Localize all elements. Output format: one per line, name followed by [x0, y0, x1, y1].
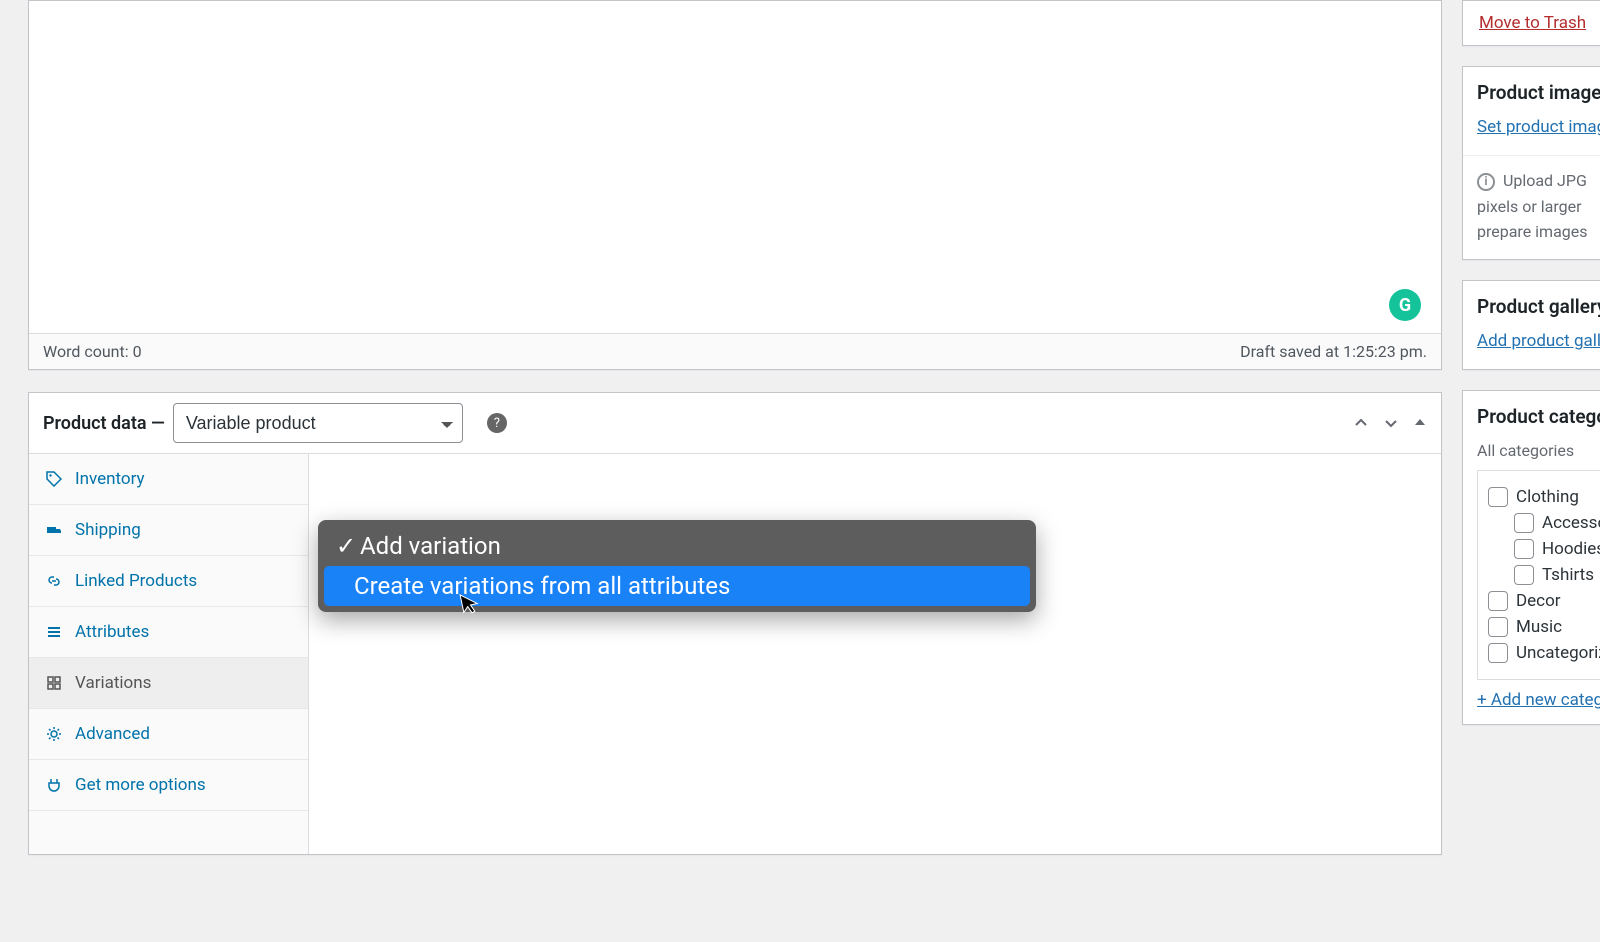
box-title: Product categories — [1463, 391, 1600, 438]
panel-down-icon[interactable] — [1383, 415, 1399, 431]
link-icon — [45, 572, 63, 590]
grid-icon — [45, 674, 63, 692]
panel-toggle-icon[interactable] — [1413, 415, 1427, 431]
category-item-music[interactable]: Music — [1488, 617, 1600, 637]
category-item-accessories[interactable]: Accessories — [1514, 513, 1600, 533]
variations-panel — [309, 454, 1441, 854]
gear-icon — [45, 725, 63, 743]
panel-up-icon[interactable] — [1353, 415, 1369, 431]
hint-text: prepare images — [1477, 222, 1588, 241]
category-item-hoodies[interactable]: Hoodies — [1514, 539, 1600, 559]
move-to-trash-link[interactable]: Move to Trash — [1479, 13, 1586, 33]
add-gallery-link[interactable]: Add product gallery — [1477, 331, 1600, 351]
product-gallery-box: Product gallery Add product gallery — [1462, 280, 1600, 370]
content-editor[interactable]: G Word count: 0 Draft saved at 1:25:23 p… — [28, 0, 1442, 370]
tab-get-more-options[interactable]: Get more options — [29, 760, 308, 811]
dropdown-option-create-from-attributes[interactable]: Create variations from all attributes — [324, 566, 1030, 606]
dropdown-option-add-variation[interactable]: ✓ Add variation — [324, 526, 1030, 566]
box-title: Product gallery — [1463, 281, 1600, 328]
publish-box: Move to Trash — [1462, 0, 1600, 46]
tab-advanced[interactable]: Advanced — [29, 709, 308, 760]
category-checkbox[interactable] — [1488, 617, 1508, 637]
product-data-header: Product data — Variable product ? — [29, 393, 1441, 454]
truck-icon — [45, 521, 63, 539]
check-icon: ✓ — [336, 532, 354, 560]
editor-footer: Word count: 0 Draft saved at 1:25:23 pm. — [29, 333, 1441, 369]
category-item-decor[interactable]: Decor — [1488, 591, 1600, 611]
tab-label: Linked Products — [75, 571, 197, 591]
set-product-image-link[interactable]: Set product image — [1477, 117, 1600, 137]
help-icon[interactable]: ? — [487, 413, 507, 433]
product-image-box: Product image Set product image i Upload… — [1462, 66, 1600, 260]
plug-icon — [45, 776, 63, 794]
add-new-category-link[interactable]: + Add new category — [1463, 690, 1600, 724]
category-checklist: Clothing Accessories Hoodies Tshirts Dec… — [1477, 470, 1600, 680]
tab-inventory[interactable]: Inventory — [29, 454, 308, 505]
draft-saved-status: Draft saved at 1:25:23 pm. — [1240, 342, 1427, 361]
list-icon — [45, 623, 63, 641]
tab-label: Shipping — [75, 520, 141, 540]
tab-shipping[interactable]: Shipping — [29, 505, 308, 556]
hint-text: Upload JPG — [1503, 171, 1587, 190]
option-label: Create variations from all attributes — [354, 572, 730, 600]
info-icon: i — [1477, 173, 1495, 191]
category-checkbox[interactable] — [1514, 513, 1534, 533]
word-count: Word count: 0 — [43, 342, 142, 361]
tag-icon — [45, 470, 63, 488]
category-item-tshirts[interactable]: Tshirts — [1514, 565, 1600, 585]
option-label: Add variation — [360, 532, 501, 560]
product-data-tabs: Inventory Shipping Linked Products — [29, 454, 309, 854]
tab-label: Advanced — [75, 724, 150, 744]
tab-label: Inventory — [75, 469, 145, 489]
product-categories-box: Product categories All categories Clothi… — [1462, 390, 1600, 725]
tab-label: Get more options — [75, 775, 206, 795]
variations-action-dropdown[interactable]: ✓ Add variation Create variations from a… — [318, 520, 1036, 612]
hint-text: pixels or larger — [1477, 197, 1582, 216]
category-checkbox[interactable] — [1488, 643, 1508, 663]
category-checkbox[interactable] — [1488, 591, 1508, 611]
tab-label: Variations — [75, 673, 151, 693]
category-checkbox[interactable] — [1514, 539, 1534, 559]
tab-label: Attributes — [75, 622, 149, 642]
category-checkbox[interactable] — [1488, 487, 1508, 507]
tab-attributes[interactable]: Attributes — [29, 607, 308, 658]
tab-linked-products[interactable]: Linked Products — [29, 556, 308, 607]
category-checkbox[interactable] — [1514, 565, 1534, 585]
category-item-clothing[interactable]: Clothing — [1488, 487, 1600, 507]
product-data-panel: Product data — Variable product ? — [28, 392, 1442, 855]
box-title: Product image — [1463, 67, 1600, 114]
grammarly-icon[interactable]: G — [1389, 289, 1421, 321]
all-categories-tab[interactable]: All categories — [1477, 441, 1574, 460]
product-type-select[interactable]: Variable product — [173, 403, 463, 443]
category-item-uncategorized[interactable]: Uncategorized — [1488, 643, 1600, 663]
product-data-title: Product data — — [43, 413, 165, 434]
tab-variations[interactable]: Variations — [29, 658, 308, 709]
